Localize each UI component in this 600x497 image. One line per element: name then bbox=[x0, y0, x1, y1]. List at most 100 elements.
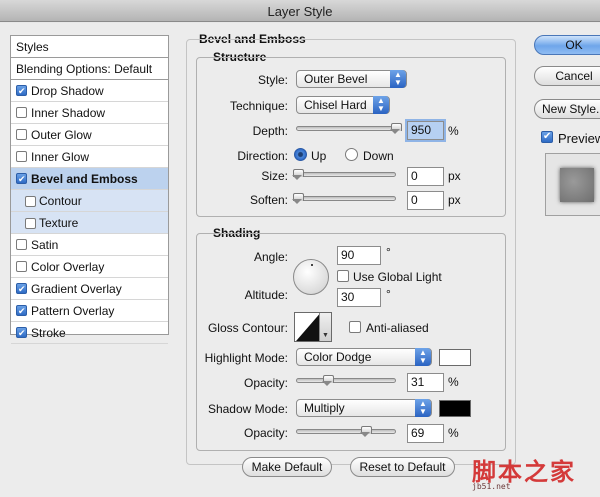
style-item-gradient-overlay[interactable]: Gradient Overlay bbox=[11, 278, 168, 300]
angle-dial-indicator bbox=[311, 264, 313, 266]
style-item-checkbox[interactable] bbox=[25, 196, 36, 207]
make-default-button[interactable]: Make Default bbox=[242, 457, 332, 477]
style-item-checkbox[interactable] bbox=[16, 327, 27, 339]
size-slider-thumb[interactable] bbox=[292, 169, 304, 180]
direction-down-label: Down bbox=[363, 149, 394, 163]
soften-input[interactable]: 0 bbox=[407, 191, 444, 210]
shading-group bbox=[196, 233, 506, 451]
shadow-opacity-input[interactable]: 69 bbox=[407, 424, 444, 443]
size-unit: px bbox=[448, 169, 461, 183]
shadow-opacity-slider[interactable] bbox=[296, 426, 396, 437]
style-item-checkbox[interactable] bbox=[16, 173, 27, 185]
style-select[interactable]: Outer Bevel ▲ ▼ bbox=[296, 70, 407, 88]
direction-up-label: Up bbox=[311, 149, 327, 163]
size-slider[interactable] bbox=[292, 169, 396, 180]
shadow-opacity-unit: % bbox=[448, 426, 459, 440]
style-item-drop-shadow[interactable]: Drop Shadow bbox=[11, 80, 168, 102]
shadow-mode-select[interactable]: Multiply ▲ ▼ bbox=[296, 399, 432, 417]
style-item-checkbox[interactable] bbox=[16, 129, 27, 141]
style-item-outer-glow[interactable]: Outer Glow bbox=[11, 124, 168, 146]
check-icon: ✔ bbox=[543, 131, 552, 142]
style-item-label: Bevel and Emboss bbox=[31, 172, 138, 186]
style-preview bbox=[545, 153, 600, 216]
style-item-checkbox[interactable] bbox=[25, 218, 36, 229]
highlight-mode-label: Highlight Mode: bbox=[204, 351, 288, 365]
highlight-opacity-label: Opacity: bbox=[243, 376, 288, 390]
shadow-opacity-thumb[interactable] bbox=[359, 426, 372, 437]
angle-label: Angle: bbox=[253, 250, 288, 264]
technique-label: Technique: bbox=[229, 99, 288, 113]
altitude-label: Altitude: bbox=[244, 288, 288, 302]
anti-aliased-checkbox[interactable] bbox=[349, 321, 361, 333]
altitude-unit: ° bbox=[386, 287, 391, 301]
style-item-pattern-overlay[interactable]: Pattern Overlay bbox=[11, 300, 168, 322]
style-item-label: Outer Glow bbox=[31, 128, 92, 142]
watermark-url: jb51.net bbox=[472, 482, 511, 491]
contour-curve-icon bbox=[296, 313, 321, 341]
styles-header[interactable]: Styles bbox=[11, 36, 168, 58]
style-item-checkbox[interactable] bbox=[16, 305, 27, 317]
style-item-color-overlay[interactable]: Color Overlay bbox=[11, 256, 168, 278]
styles-list: Styles Blending Options: Default Drop Sh… bbox=[10, 35, 169, 344]
preview-checkbox[interactable]: ✔ bbox=[541, 131, 553, 143]
style-item-label: Contour bbox=[39, 194, 82, 208]
style-item-checkbox[interactable] bbox=[16, 261, 27, 273]
style-item-checkbox[interactable] bbox=[16, 85, 27, 97]
style-item-checkbox[interactable] bbox=[16, 151, 27, 163]
depth-unit: % bbox=[448, 124, 459, 138]
soften-slider[interactable] bbox=[292, 193, 396, 204]
style-item-label: Satin bbox=[31, 238, 59, 252]
watermark: 脚本之家 jb51.net bbox=[472, 452, 600, 496]
use-global-light-label: Use Global Light bbox=[353, 270, 442, 284]
style-item-inner-glow[interactable]: Inner Glow bbox=[11, 146, 168, 168]
style-item-label: Pattern Overlay bbox=[31, 304, 115, 318]
reset-to-default-button[interactable]: Reset to Default bbox=[350, 457, 455, 477]
highlight-mode-select[interactable]: Color Dodge ▲ ▼ bbox=[296, 348, 432, 366]
shadow-color-swatch[interactable] bbox=[439, 400, 471, 417]
highlight-mode-value: Color Dodge bbox=[304, 350, 372, 364]
new-style-button[interactable]: New Style... bbox=[534, 99, 600, 119]
highlight-color-swatch[interactable] bbox=[439, 349, 471, 366]
chevron-down-icon: ▼ bbox=[319, 313, 331, 341]
style-item-label: Inner Glow bbox=[31, 150, 90, 164]
angle-dial[interactable] bbox=[293, 259, 329, 295]
altitude-input[interactable]: 30 bbox=[337, 288, 381, 307]
use-global-light-checkbox[interactable] bbox=[337, 270, 349, 282]
window-title: Layer Style bbox=[267, 4, 333, 19]
style-item-checkbox[interactable] bbox=[16, 107, 27, 119]
ok-button[interactable]: OK bbox=[534, 35, 600, 55]
highlight-opacity-input[interactable]: 31 bbox=[407, 373, 444, 392]
soften-slider-thumb[interactable] bbox=[292, 193, 304, 204]
style-item-stroke[interactable]: Stroke bbox=[11, 322, 168, 344]
style-item-texture[interactable]: Texture bbox=[11, 212, 168, 234]
style-item-inner-shadow[interactable]: Inner Shadow bbox=[11, 102, 168, 124]
soften-label: Soften: bbox=[249, 193, 288, 207]
style-item-label: Texture bbox=[39, 216, 79, 230]
style-item-bevel-and-emboss[interactable]: Bevel and Emboss bbox=[11, 168, 168, 190]
gloss-contour-picker[interactable]: ▼ bbox=[294, 312, 332, 342]
style-item-label: Drop Shadow bbox=[31, 84, 104, 98]
title-bar: Layer Style bbox=[0, 0, 600, 22]
style-item-satin[interactable]: Satin bbox=[11, 234, 168, 256]
shadow-mode-value: Multiply bbox=[304, 401, 345, 415]
angle-input[interactable]: 90 bbox=[337, 246, 381, 265]
direction-up-radio[interactable] bbox=[294, 148, 307, 161]
cancel-button[interactable]: Cancel bbox=[534, 66, 600, 86]
style-item-checkbox[interactable] bbox=[16, 283, 27, 295]
blending-options-item[interactable]: Blending Options: Default bbox=[11, 58, 168, 80]
style-item-label: Color Overlay bbox=[31, 260, 105, 274]
technique-select[interactable]: Chisel Hard ▲ ▼ bbox=[296, 96, 390, 114]
size-input[interactable]: 0 bbox=[407, 167, 444, 186]
style-item-checkbox[interactable] bbox=[16, 239, 27, 251]
highlight-opacity-slider[interactable] bbox=[296, 375, 396, 386]
style-item-contour[interactable]: Contour bbox=[11, 190, 168, 212]
depth-slider-thumb[interactable] bbox=[390, 123, 402, 134]
depth-label: Depth: bbox=[252, 124, 288, 138]
depth-slider[interactable] bbox=[296, 123, 402, 134]
highlight-opacity-unit: % bbox=[448, 375, 459, 389]
depth-input[interactable]: 950 bbox=[407, 121, 444, 140]
highlight-opacity-thumb[interactable] bbox=[322, 375, 335, 386]
style-item-label: Stroke bbox=[31, 326, 66, 340]
chevron-updown-icon: ▲ ▼ bbox=[390, 70, 406, 88]
direction-down-radio[interactable] bbox=[345, 148, 358, 161]
